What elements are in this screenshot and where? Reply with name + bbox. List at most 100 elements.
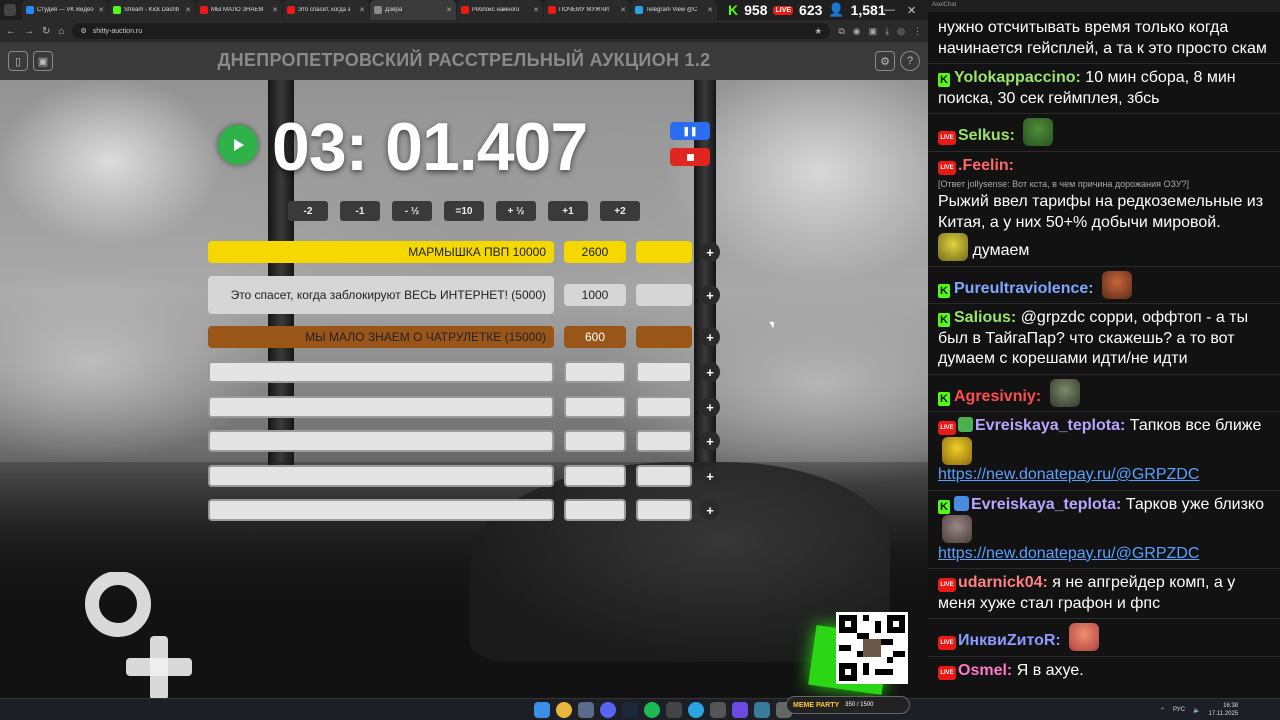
chat-username[interactable]: Evreiskaya_teplota: bbox=[971, 496, 1121, 513]
download-icon[interactable]: ⤓ bbox=[885, 26, 889, 37]
time-plus-1-button[interactable]: +1 bbox=[548, 201, 588, 221]
browser-tab[interactable]: Это спасет, когда з ✕ bbox=[283, 0, 369, 20]
chat-username[interactable]: Evreiskaya_teplota: bbox=[975, 417, 1125, 434]
reload-icon[interactable]: ↻ bbox=[42, 26, 50, 37]
app-icon[interactable] bbox=[754, 702, 770, 718]
keyboard-language[interactable]: РУС bbox=[1173, 707, 1185, 713]
menu-icon[interactable]: ⋮ bbox=[913, 26, 922, 37]
close-window-icon[interactable]: ✕ bbox=[907, 4, 916, 17]
lot-amount[interactable]: 600 bbox=[564, 326, 626, 348]
tray-chevron-icon[interactable]: ⌃ bbox=[1160, 707, 1165, 714]
lot-add-button[interactable]: + bbox=[700, 285, 720, 305]
discord-icon[interactable] bbox=[600, 702, 616, 718]
url-field[interactable]: ⚙ shitty-auction.ru ★ bbox=[72, 23, 831, 39]
bookmark-star-icon[interactable]: ★ bbox=[814, 26, 822, 37]
telegram-icon[interactable] bbox=[688, 702, 704, 718]
browser-tab[interactable]: МЫ МАЛО ЗНАЕМ ✕ bbox=[196, 0, 282, 20]
chat-username[interactable]: udarnick04: bbox=[958, 574, 1048, 591]
tab-close-icon[interactable]: ✕ bbox=[533, 6, 539, 14]
lot-amount[interactable] bbox=[564, 499, 626, 521]
lot-name[interactable]: МАРМЫШКА ПВП 10000 bbox=[208, 241, 554, 263]
extension-icon[interactable]: ◉ bbox=[853, 26, 861, 37]
chat-username[interactable]: Osmel: bbox=[958, 662, 1012, 679]
chrome-icon[interactable] bbox=[556, 702, 572, 718]
lot-add-amount-input[interactable] bbox=[636, 396, 692, 418]
home-icon[interactable]: ⌂ bbox=[58, 26, 64, 37]
lot-amount[interactable] bbox=[564, 430, 626, 452]
chat-username[interactable]: Pureultraviolence: bbox=[954, 280, 1094, 297]
chat-username[interactable]: Salious: bbox=[954, 309, 1016, 326]
lot-add-button[interactable]: + bbox=[700, 362, 720, 382]
chat-username[interactable]: ИнквиZитоR: bbox=[958, 632, 1061, 649]
profile-icon[interactable]: ◎ bbox=[897, 26, 905, 37]
minimize-icon[interactable]: — bbox=[884, 4, 895, 16]
lot-add-amount-input[interactable] bbox=[636, 499, 692, 521]
extension-icon[interactable]: ⧉ bbox=[838, 26, 844, 37]
browser-tab[interactable]: Роблокс намного ✕ bbox=[457, 0, 543, 20]
lot-add-amount-input[interactable] bbox=[636, 361, 692, 383]
lot-name[interactable]: МЫ МАЛО ЗНАЕМ О ЧАТРУЛЕТКЕ (15000) bbox=[208, 326, 554, 348]
lot-add-amount-input[interactable] bbox=[636, 284, 692, 306]
chat-username[interactable]: Yolokappaccino: bbox=[954, 69, 1081, 86]
chat-username[interactable]: .Feelin: bbox=[958, 157, 1014, 174]
time-set-10-button[interactable]: =10 bbox=[444, 201, 484, 221]
chat-username[interactable]: Selkus: bbox=[958, 127, 1015, 144]
browser-tab[interactable]: Stream - Kick Dashb ✕ bbox=[109, 0, 195, 20]
lot-name[interactable] bbox=[208, 465, 554, 487]
tab-close-icon[interactable]: ✕ bbox=[98, 6, 104, 14]
back-icon[interactable]: ← bbox=[6, 26, 16, 37]
start-menu-icon[interactable] bbox=[534, 702, 550, 718]
steam-icon[interactable] bbox=[622, 702, 638, 718]
tab-close-icon[interactable]: ✕ bbox=[185, 6, 191, 14]
lot-name[interactable] bbox=[208, 361, 554, 383]
help-icon[interactable]: ? bbox=[900, 51, 920, 71]
clock[interactable]: 16:38 17.11.2025 bbox=[1209, 702, 1239, 718]
lot-amount[interactable] bbox=[564, 396, 626, 418]
lot-amount[interactable]: 1000 bbox=[564, 284, 626, 306]
browser-tab[interactable]: Telegram View @C ✕ bbox=[631, 0, 717, 20]
lot-add-amount-input[interactable] bbox=[636, 430, 692, 452]
lot-add-button[interactable]: + bbox=[700, 431, 720, 451]
time-plus-2-button[interactable]: +2 bbox=[600, 201, 640, 221]
browser-tab[interactable]: Дзёра ✕ bbox=[370, 0, 456, 20]
lot-add-button[interactable]: + bbox=[700, 242, 720, 262]
lot-amount[interactable] bbox=[564, 361, 626, 383]
chat-messages[interactable]: нужно отсчитывать время только когда нач… bbox=[928, 12, 1280, 685]
time-minus-half-button[interactable]: - ½ bbox=[392, 201, 432, 221]
files-icon[interactable] bbox=[578, 702, 594, 718]
browser-tab[interactable]: ПОЧЕМУ МУЖЧИ ✕ bbox=[544, 0, 630, 20]
chat-link[interactable]: https://new.donatepay.ru/@GRPZDC bbox=[938, 466, 1199, 483]
site-info-icon[interactable]: ⚙ bbox=[80, 27, 86, 35]
app-icon[interactable] bbox=[732, 702, 748, 718]
extension-icon[interactable]: ▣ bbox=[869, 26, 878, 37]
time-plus-half-button[interactable]: + ½ bbox=[496, 201, 536, 221]
lot-add-button[interactable]: + bbox=[700, 466, 720, 486]
lot-add-amount-input[interactable] bbox=[636, 465, 692, 487]
app-icon[interactable] bbox=[710, 702, 726, 718]
spotify-icon[interactable] bbox=[644, 702, 660, 718]
time-minus-2-button[interactable]: -2 bbox=[288, 201, 328, 221]
lot-add-amount-input[interactable] bbox=[636, 326, 692, 348]
start-timer-button[interactable] bbox=[218, 125, 258, 165]
tab-close-icon[interactable]: ✕ bbox=[359, 6, 365, 14]
lot-name[interactable]: Это спасет, когда заблокируют ВЕСЬ ИНТЕР… bbox=[208, 276, 554, 314]
tab-close-icon[interactable]: ✕ bbox=[707, 6, 713, 14]
tab-search-icon[interactable] bbox=[4, 4, 16, 16]
lot-add-amount-input[interactable] bbox=[636, 241, 692, 263]
tab-close-icon[interactable]: ✕ bbox=[272, 6, 278, 14]
lot-add-button[interactable]: + bbox=[700, 500, 720, 520]
time-minus-1-button[interactable]: -1 bbox=[340, 201, 380, 221]
lot-name[interactable] bbox=[208, 430, 554, 452]
lot-add-button[interactable]: + bbox=[700, 327, 720, 347]
chat-username[interactable]: Agresivniy: bbox=[954, 388, 1041, 405]
settings-icon[interactable]: ⚙ bbox=[875, 51, 895, 71]
lot-name[interactable] bbox=[208, 396, 554, 418]
volume-icon[interactable]: 🔈 bbox=[1193, 707, 1200, 714]
lot-amount[interactable]: 2600 bbox=[564, 241, 626, 263]
obs-icon[interactable] bbox=[666, 702, 682, 718]
browser-tab[interactable]: Студия — VK Видео ✕ bbox=[22, 0, 108, 20]
lot-add-button[interactable]: + bbox=[700, 397, 720, 417]
forward-icon[interactable]: → bbox=[24, 26, 34, 37]
tab-close-icon[interactable]: ✕ bbox=[446, 6, 452, 14]
tab-close-icon[interactable]: ✕ bbox=[620, 6, 626, 14]
